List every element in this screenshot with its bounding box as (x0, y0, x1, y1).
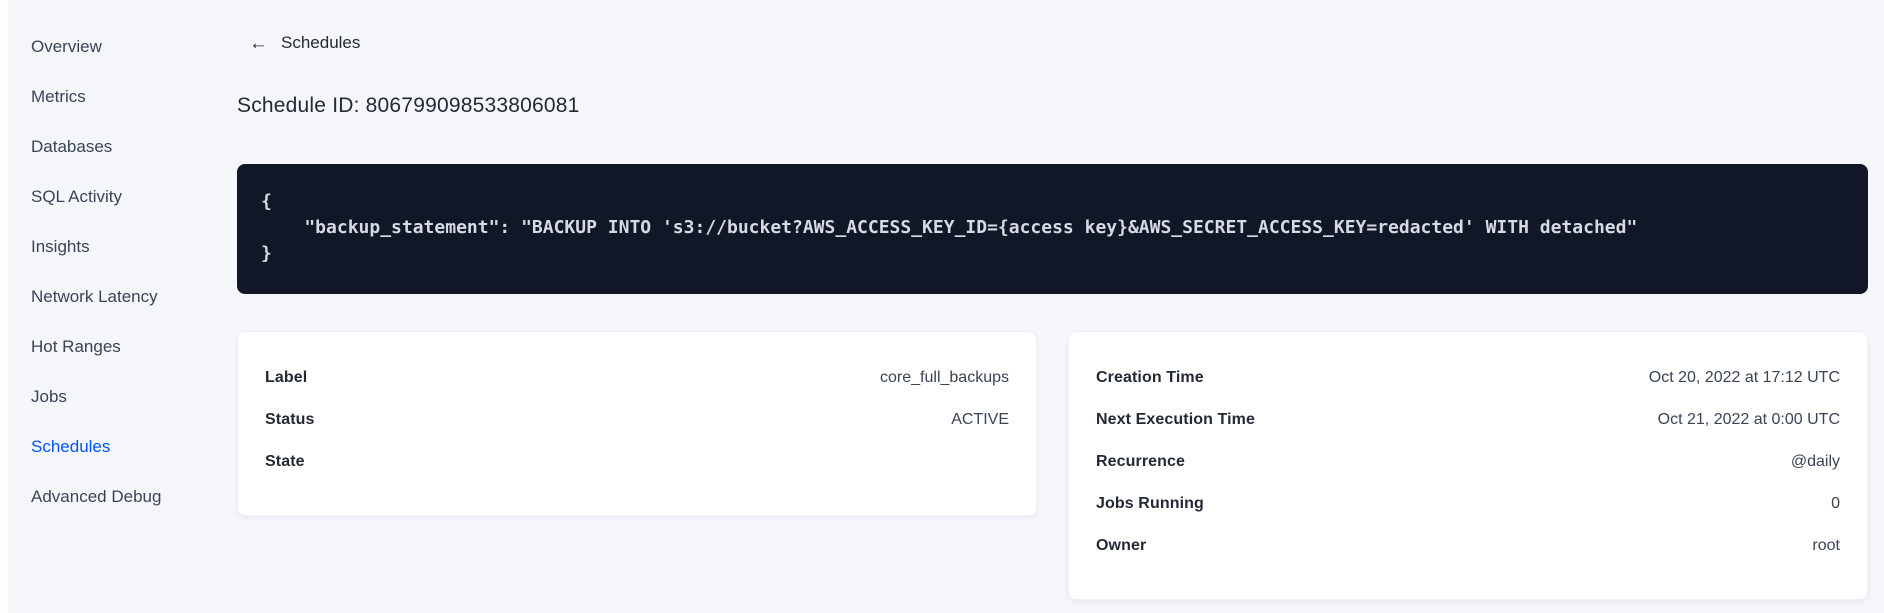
detail-row-label: Label core_full_backups (265, 357, 1009, 399)
sidebar-item-label: Schedules (31, 437, 111, 456)
sidebar-item-hot-ranges[interactable]: Hot Ranges (31, 322, 220, 372)
schedule-definition-block: { "backup_statement": "BACKUP INTO 's3:/… (237, 163, 1868, 294)
sidebar-item-label: Advanced Debug (31, 487, 162, 506)
sidebar-item-overview[interactable]: Overview (31, 22, 220, 72)
sidebar-item-databases[interactable]: Databases (31, 122, 220, 172)
row-value: ACTIVE (951, 410, 1009, 428)
sidebar-item-label: Jobs (31, 387, 67, 406)
sidebar-item-label: Metrics (31, 87, 86, 106)
schedule-definition-code: { "backup_statement": "BACKUP INTO 's3:/… (261, 190, 1638, 264)
detail-row-state: State (265, 441, 1009, 483)
row-label: Status (265, 410, 315, 428)
row-value: Oct 20, 2022 at 17:12 UTC (1648, 368, 1840, 386)
detail-row-next-execution-time: Next Execution Time Oct 21, 2022 at 0:00… (1096, 399, 1840, 441)
back-to-schedules-link[interactable]: ← Schedules (249, 33, 360, 53)
row-value: Oct 21, 2022 at 0:00 UTC (1657, 410, 1840, 428)
schedule-summary-card: Label core_full_backups Status ACTIVE St… (237, 330, 1037, 516)
row-label: Owner (1096, 536, 1147, 554)
sidebar-item-sql-activity[interactable]: SQL Activity (31, 172, 220, 222)
row-label: Label (265, 368, 308, 386)
row-label: Jobs Running (1096, 494, 1204, 512)
sidebar-item-jobs[interactable]: Jobs (31, 372, 220, 422)
row-value: 0 (1831, 494, 1840, 512)
row-value: root (1812, 536, 1840, 554)
row-value: @daily (1790, 452, 1840, 470)
row-label: Next Execution Time (1096, 410, 1255, 428)
sidebar-item-label: SQL Activity (31, 187, 123, 206)
row-label: Creation Time (1096, 368, 1204, 386)
sidebar-item-label: Databases (31, 137, 113, 156)
sidebar-item-label: Network Latency (31, 287, 158, 306)
sidebar-item-insights[interactable]: Insights (31, 222, 220, 272)
back-arrow-icon: ← (249, 32, 268, 54)
schedule-details-page: ← Schedules Schedule ID: 806799098533806… (237, 0, 1868, 600)
detail-row-creation-time: Creation Time Oct 20, 2022 at 17:12 UTC (1096, 357, 1840, 399)
sidebar-nav: Overview Metrics Databases SQL Activity … (0, 0, 220, 613)
detail-cards: Label core_full_backups Status ACTIVE St… (237, 330, 1868, 600)
detail-row-status: Status ACTIVE (265, 399, 1009, 441)
sidebar-item-schedules[interactable]: Schedules (31, 422, 220, 472)
page-title: Schedule ID: 806799098533806081 (237, 93, 580, 117)
sidebar-item-label: Insights (31, 237, 90, 256)
sidebar-item-label: Overview (31, 37, 102, 56)
detail-row-jobs-running: Jobs Running 0 (1096, 483, 1840, 525)
back-link-label: Schedules (281, 33, 361, 52)
detail-row-owner: Owner root (1096, 525, 1840, 567)
row-value: core_full_backups (880, 368, 1009, 386)
sidebar-item-network-latency[interactable]: Network Latency (31, 272, 220, 322)
sidebar-item-metrics[interactable]: Metrics (31, 72, 220, 122)
sidebar-item-advanced-debug[interactable]: Advanced Debug (31, 472, 220, 522)
schedule-timing-card: Creation Time Oct 20, 2022 at 17:12 UTC … (1068, 330, 1868, 600)
row-label: State (265, 452, 305, 470)
detail-row-recurrence: Recurrence @daily (1096, 441, 1840, 483)
sidebar-item-label: Hot Ranges (31, 337, 121, 356)
row-label: Recurrence (1096, 452, 1186, 470)
